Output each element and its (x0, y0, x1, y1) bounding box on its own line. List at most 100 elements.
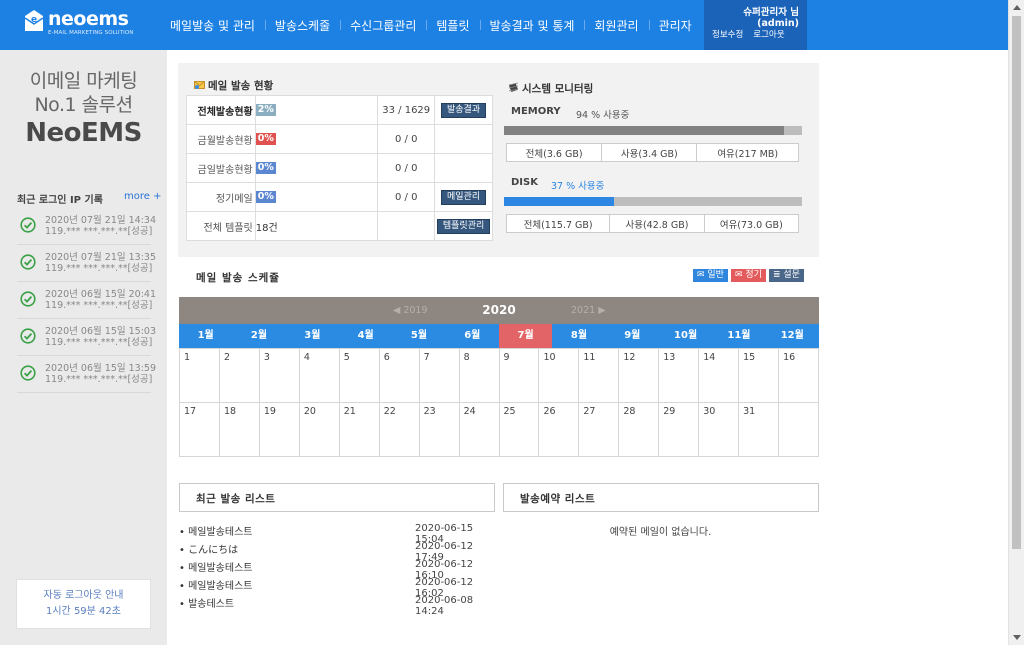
recent-item-title: • 메일발송테스트 (179, 527, 253, 538)
nav-item-2[interactable]: 발송스케줄 (264, 17, 340, 34)
send-status-action-button[interactable]: 템플릿관리 (436, 218, 491, 234)
calendar-day[interactable]: 1 (179, 348, 220, 403)
send-status-label: 금월발송현황 (186, 124, 256, 154)
calendar-day[interactable]: 20 (298, 402, 340, 457)
envelope-logo-icon: e (24, 10, 44, 31)
month-tab-8[interactable]: 8월 (552, 324, 605, 348)
recent-list-item[interactable]: • 메일발송테스트 2020-06-12 16:10 (179, 558, 493, 581)
month-tab-11[interactable]: 11월 (712, 324, 765, 348)
calendar-day[interactable]: 31 (738, 402, 780, 457)
calendar-day[interactable]: 8 (458, 348, 500, 403)
send-status-label: 전체 템플릿 (186, 211, 256, 241)
month-tab-2[interactable]: 2월 (232, 324, 285, 348)
nav-item-4[interactable]: 템플릿 (426, 17, 479, 34)
chip-icon (508, 82, 519, 92)
recent-list-item[interactable]: • 메일발송테스트 2020-06-15 15:04 (179, 522, 493, 545)
mail-status-icon (194, 81, 205, 89)
calendar-day[interactable]: 7 (418, 348, 460, 403)
calendar-day[interactable]: 26 (538, 402, 580, 457)
calendar-day[interactable]: 14 (698, 348, 740, 403)
user-box: 슈퍼관리자 님 (admin) 정보수정 로그아웃 (704, 0, 807, 50)
nav-item-1[interactable]: 메일발송 및 관리 (160, 17, 265, 34)
calendar-day[interactable]: 24 (458, 402, 500, 457)
disk-used: 사용(42.8 GB) (609, 214, 705, 233)
month-tab-7[interactable]: 7월 (498, 324, 553, 348)
logout-link[interactable]: 로그아웃 (753, 28, 784, 40)
month-tab-1[interactable]: 1월 (179, 324, 232, 348)
nav-item-6[interactable]: 회원관리 (584, 17, 648, 34)
login-history-item: 2020년 06월 15일 13:59 119.*** ***.***.**[성공… (17, 356, 156, 393)
calendar-day[interactable]: 27 (578, 402, 620, 457)
calendar-day[interactable]: 22 (378, 402, 420, 457)
send-status-action-button[interactable]: 발송결과 (441, 102, 487, 118)
scroll-thumb[interactable] (1012, 16, 1021, 549)
calendar-day[interactable]: 17 (179, 402, 220, 457)
calendar-day[interactable]: 23 (418, 402, 460, 457)
calendar-day[interactable]: 28 (618, 402, 660, 457)
reserve-list-header: 발송예약 리스트 (503, 483, 819, 512)
login-more-link[interactable]: more + (124, 191, 161, 202)
calendar-day[interactable]: 25 (498, 402, 540, 457)
legend-label: 일반 (707, 270, 724, 280)
calendar-day[interactable]: 30 (698, 402, 740, 457)
year-selector: 2020 ◀ 2019 2021 ▶ (179, 297, 819, 324)
recent-list-item[interactable]: • こんにちは 2020-06-12 17:49 (179, 540, 493, 563)
legend-regular[interactable]: ✉ 정기 (730, 269, 766, 282)
calendar-day[interactable]: 21 (338, 402, 380, 457)
send-status-row: 정기메일 0% 0 / 0 메일관리 (186, 182, 493, 212)
memory-usage-bar (504, 126, 802, 135)
schedule-title: 메일 발송 스케쥴 (196, 272, 280, 284)
next-year-button[interactable]: 2021 ▶ (571, 305, 606, 316)
login-history-item: 2020년 07월 21일 13:35 119.*** ***.***.**[성공… (17, 245, 156, 282)
month-tab-9[interactable]: 9월 (606, 324, 659, 348)
memory-total: 전체(3.6 GB) (505, 143, 603, 162)
calendar-day[interactable]: 16 (778, 348, 819, 403)
nav-item-3[interactable]: 수신그룹관리 (340, 17, 426, 34)
month-tab-12[interactable]: 12월 (766, 324, 819, 348)
calendar-day[interactable]: 5 (338, 348, 380, 403)
calendar-day[interactable]: 12 (618, 348, 660, 403)
calendar-day[interactable]: 4 (298, 348, 340, 403)
memory-usage-fill (504, 126, 785, 135)
send-status-count: 0 / 0 (377, 182, 436, 212)
calendar-day[interactable]: 2 (218, 348, 260, 403)
calendar-day[interactable]: 29 (658, 402, 700, 457)
month-tab-5[interactable]: 5월 (392, 324, 445, 348)
calendar-day[interactable]: 13 (658, 348, 700, 403)
calendar-day[interactable]: 3 (258, 348, 300, 403)
send-status-table: 전체발송현황 2% 33 / 1629 발송결과 금월발송현황 0% 0 / 0 금일발송현황… (186, 95, 493, 241)
calendar-day[interactable]: 18 (218, 402, 260, 457)
neoems-logo[interactable]: e neoems E-MAIL MARKETING SOLUTION (24, 8, 136, 39)
calendar-day[interactable]: 15 (738, 348, 780, 403)
recent-list-item[interactable]: • 발송테스트 2020-06-08 14:24 (179, 594, 493, 617)
legend-general[interactable]: ✉ 일반 (693, 269, 728, 282)
login-ip: 119.*** ***.***.**[성공] (45, 374, 153, 385)
calendar-day[interactable]: 11 (578, 348, 620, 403)
scroll-down-icon[interactable] (1013, 635, 1021, 640)
login-ip: 119.*** ***.***.**[성공] (45, 300, 153, 311)
legend-survey[interactable]: ≣ 설문 (768, 269, 804, 282)
calendar-day[interactable]: 9 (498, 348, 540, 403)
calendar-day[interactable]: 6 (378, 348, 420, 403)
calendar-day[interactable]: 19 (258, 402, 300, 457)
scroll-up-icon[interactable] (1013, 5, 1021, 10)
nav-item-5[interactable]: 발송결과 및 통계 (479, 17, 585, 34)
vertical-scrollbar[interactable] (1008, 0, 1024, 645)
send-status-action-button[interactable]: 메일관리 (441, 189, 487, 205)
send-status-percent-cell: 18건 (254, 211, 379, 241)
month-tab-10[interactable]: 10월 (659, 324, 712, 348)
prev-year-button[interactable]: ◀ 2019 (393, 305, 428, 316)
auto-logout-title: 자동 로그아웃 안내 (43, 590, 124, 601)
nav-item-7[interactable]: 관리자 (648, 17, 702, 34)
slogan: 이메일 마케팅 No.1 솔루션 NeoEMS (25, 70, 142, 148)
send-status-percent-cell: 0% (254, 153, 379, 183)
month-tab-3[interactable]: 3월 (286, 324, 339, 348)
recent-list-item[interactable]: • 메일발송테스트 2020-06-12 16:02 (179, 576, 493, 599)
edit-profile-link[interactable]: 정보수정 (712, 28, 743, 40)
calendar-day[interactable]: 10 (538, 348, 580, 403)
calendar-day[interactable] (778, 402, 819, 457)
send-status-count: 0 / 0 (377, 153, 436, 183)
month-tab-6[interactable]: 6월 (446, 324, 499, 348)
survey-icon: ≣ (772, 270, 784, 280)
month-tab-4[interactable]: 4월 (339, 324, 392, 348)
